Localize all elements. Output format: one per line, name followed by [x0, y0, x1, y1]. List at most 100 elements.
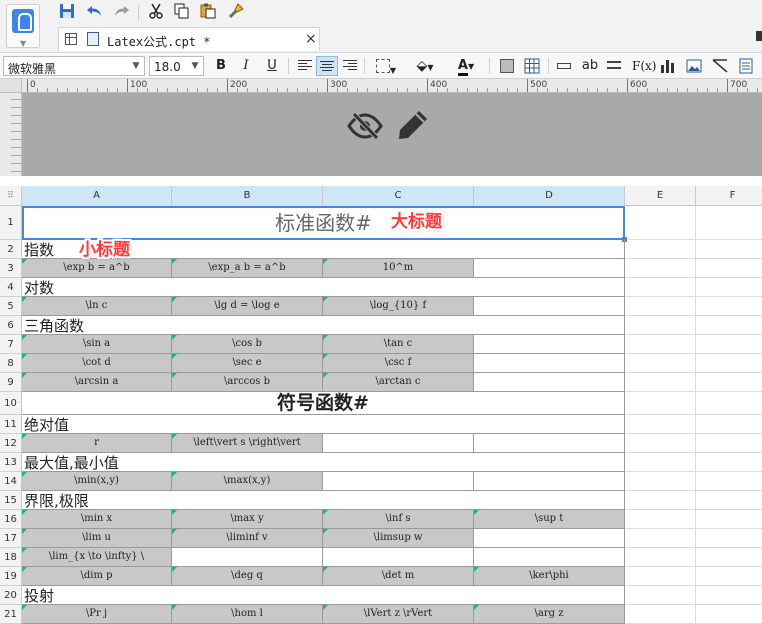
table-button[interactable] [522, 56, 542, 76]
row-header-15[interactable]: 15 [0, 491, 21, 510]
formula-cell[interactable]: 10^m [323, 259, 474, 278]
text-color-button[interactable]: A▼ [450, 56, 482, 76]
chevron-down-icon[interactable]: ▼ [128, 57, 144, 75]
formula-cell[interactable]: \max(x,y) [172, 472, 323, 491]
formula-cell[interactable]: \lim_{x \to \infty} \ [22, 548, 172, 567]
formula-cell[interactable]: \dim p [22, 567, 172, 586]
formula-cell[interactable]: \limsup w [323, 529, 474, 548]
formula-cell[interactable]: \arg z [474, 605, 625, 624]
row-header-18[interactable]: 18 [0, 548, 21, 567]
row-header-5[interactable]: 5 [0, 297, 21, 316]
save-icon[interactable] [56, 3, 78, 23]
row-header-4[interactable]: 4 [0, 278, 21, 297]
row-header-2[interactable]: 2 [0, 240, 21, 259]
row-header-11[interactable]: 11 [0, 415, 21, 434]
pencil-icon[interactable] [397, 109, 429, 141]
tab-latex-file[interactable]: Latex公式.cpt * × [58, 27, 320, 51]
row-header-7[interactable]: 7 [0, 335, 21, 354]
empty-cell[interactable] [474, 373, 625, 392]
empty-cell[interactable] [172, 548, 323, 567]
formula-cell[interactable]: \inf s [323, 510, 474, 529]
empty-cell[interactable] [474, 297, 625, 316]
column-header-e[interactable]: E [625, 186, 696, 206]
row-header-9[interactable]: 9 [0, 373, 21, 392]
formula-cell[interactable]: \hom l [172, 605, 323, 624]
chart-button[interactable] [658, 56, 678, 76]
row-header-21[interactable]: 21 [0, 605, 21, 624]
row-header-17[interactable]: 17 [0, 529, 21, 548]
row-header-16[interactable]: 16 [0, 510, 21, 529]
row-header-10[interactable]: 10 [0, 392, 21, 415]
formula-button[interactable]: F(x) [632, 56, 656, 76]
undo-icon[interactable] [84, 3, 106, 23]
image-button[interactable] [684, 56, 704, 76]
formula-cell[interactable]: \exp_a b = a^b [172, 259, 323, 278]
grid-icon[interactable] [65, 33, 77, 45]
formula-cell[interactable]: \liminf v [172, 529, 323, 548]
row-header-8[interactable]: 8 [0, 354, 21, 373]
cell-style-button[interactable] [497, 56, 517, 76]
cut-icon[interactable] [145, 3, 167, 23]
formula-cell[interactable]: \sec e [172, 354, 323, 373]
select-all-button[interactable]: ⠿ [0, 186, 22, 206]
formula-cell[interactable]: \log_{10} f [323, 297, 474, 316]
formula-cell[interactable]: r [22, 434, 172, 453]
italic-button[interactable]: I [236, 56, 256, 76]
empty-cell[interactable] [474, 472, 625, 491]
empty-cell[interactable] [323, 434, 474, 453]
sub-report-button[interactable] [736, 56, 756, 76]
underline-button[interactable]: U [262, 56, 282, 76]
row-header-20[interactable]: 20 [0, 586, 21, 605]
formula-cell[interactable]: \arccos b [172, 373, 323, 392]
formula-cell[interactable]: \min x [22, 510, 172, 529]
formula-cell[interactable]: \exp b = a^b [22, 259, 172, 278]
row-header-1[interactable]: 1 [0, 206, 21, 240]
app-menu-button[interactable]: ▼ [6, 4, 40, 48]
section-heading[interactable]: 绝对值 [22, 415, 625, 434]
column-header-c[interactable]: C [323, 186, 474, 206]
row-header-19[interactable]: 19 [0, 567, 21, 586]
close-icon[interactable]: × [305, 31, 317, 47]
row-header-12[interactable]: 12 [0, 434, 21, 453]
section-heading[interactable]: 界限,极限 [22, 491, 625, 510]
formula-cell[interactable]: \csc f [323, 354, 474, 373]
insert-text-button[interactable]: ab [580, 56, 600, 76]
formula-cell[interactable]: \arcsin a [22, 373, 172, 392]
empty-cell[interactable] [474, 548, 625, 567]
text-cell-button[interactable] [554, 56, 574, 76]
format-painter-icon[interactable] [225, 3, 247, 23]
row-header-6[interactable]: 6 [0, 316, 21, 335]
empty-cell[interactable] [474, 259, 625, 278]
formula-cell[interactable]: \lg d = \log e [172, 297, 323, 316]
column-header-d[interactable]: D [474, 186, 625, 206]
paste-icon[interactable] [197, 3, 219, 23]
slash-cell-button[interactable] [710, 56, 730, 76]
row-header-3[interactable]: 3 [0, 259, 21, 278]
formula-cell[interactable]: \deg q [172, 567, 323, 586]
row-header-14[interactable]: 14 [0, 472, 21, 491]
formula-cell[interactable]: \left\vert s \right\vert [172, 434, 323, 453]
redo-icon[interactable] [110, 3, 132, 23]
empty-cell[interactable] [474, 434, 625, 453]
bold-button[interactable]: B [211, 56, 231, 76]
page-header-area[interactable] [22, 93, 762, 176]
empty-cell[interactable] [323, 548, 474, 567]
rich-text-button[interactable] [604, 56, 624, 76]
formula-cell[interactable]: \sup t [474, 510, 625, 529]
tab-scroll-icon[interactable] [756, 31, 762, 41]
formula-cell[interactable]: \sin a [22, 335, 172, 354]
section-heading[interactable]: 投射 [22, 586, 625, 605]
empty-cell[interactable] [474, 354, 625, 373]
formula-cell[interactable]: \ker\phi [474, 567, 625, 586]
spreadsheet-grid[interactable]: 标准函数# 指数 对数 三角函数 绝对值 最大值,最小值 界限,极限 投射 符号函数# \exp … [22, 206, 762, 624]
formula-cell[interactable]: \Pr j [22, 605, 172, 624]
section-title[interactable]: 符号函数# [22, 392, 625, 415]
font-size-select[interactable]: 18.0 ▼ [149, 56, 204, 76]
formula-cell[interactable]: \cot d [22, 354, 172, 373]
formula-cell[interactable]: \arctan c [323, 373, 474, 392]
column-header-b[interactable]: B [172, 186, 323, 206]
row-header-13[interactable]: 13 [0, 453, 21, 472]
formula-cell[interactable]: \cos b [172, 335, 323, 354]
fill-color-button[interactable]: ⬙▼ [410, 56, 440, 76]
section-heading[interactable]: 三角函数 [22, 316, 625, 335]
